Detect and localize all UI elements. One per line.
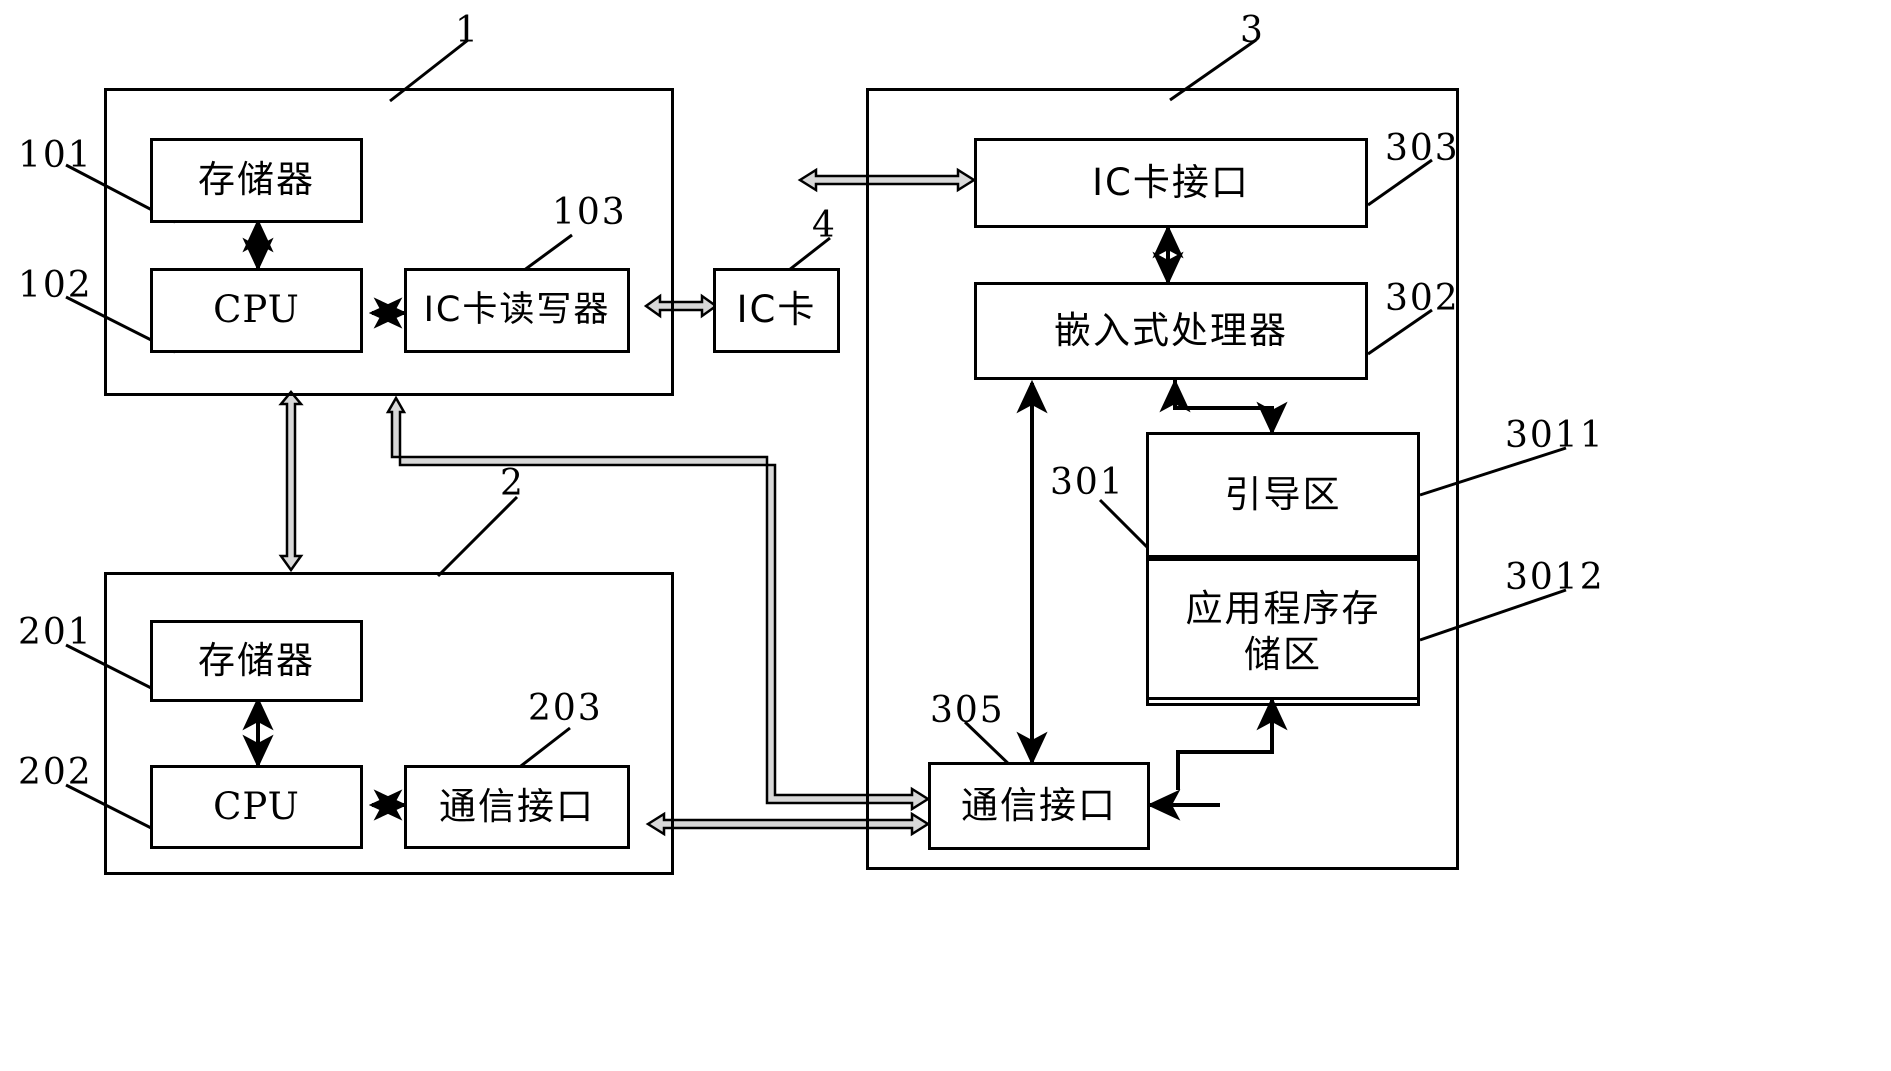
bus-terminal-host — [278, 390, 304, 573]
host-comm-box: 通信接口 — [404, 765, 630, 849]
device-boot-area-label: 引导区 — [1224, 472, 1342, 516]
host-comm-label: 通信接口 — [439, 784, 595, 828]
host-memory-label: 存储器 — [198, 638, 315, 682]
ref-301: 301 — [1050, 462, 1125, 503]
terminal-memory-label: 存储器 — [198, 158, 315, 202]
ref-3012: 3012 — [1505, 557, 1605, 598]
terminal-card-reader-box: IC卡读写器 — [404, 268, 630, 353]
ref-103: 103 — [552, 192, 627, 233]
leader-ref-2 — [436, 495, 519, 578]
ref-201: 201 — [18, 612, 93, 653]
device-comm-label: 通信接口 — [961, 783, 1117, 827]
ref-101: 101 — [18, 135, 93, 176]
ref-203: 203 — [528, 688, 603, 729]
device-comm-box: 通信接口 — [928, 762, 1150, 850]
ref-302: 302 — [1385, 278, 1460, 319]
device-processor-label: 嵌入式处理器 — [1054, 308, 1288, 352]
ref-3011: 3011 — [1505, 415, 1605, 456]
host-cpu-label: CPU — [213, 784, 300, 828]
diagram-canvas: 存储器 CPU IC卡读写器 IC卡 存储器 CPU 通信接口 IC卡接口 嵌入… — [0, 0, 1891, 1071]
terminal-cpu-box: CPU — [150, 268, 363, 353]
terminal-card-reader-label: IC卡读写器 — [423, 290, 611, 331]
ic-card-label: IC卡 — [736, 288, 817, 332]
ref-303: 303 — [1385, 128, 1460, 169]
ref-102: 102 — [18, 265, 93, 306]
ref-202: 202 — [18, 752, 93, 793]
terminal-memory-box: 存储器 — [150, 138, 363, 223]
ref-2: 2 — [500, 463, 525, 504]
device-app-area-label: 应用程序存储区 — [1185, 586, 1381, 676]
device-boot-area-box: 引导区 — [1146, 432, 1420, 558]
device-processor-box: 嵌入式处理器 — [974, 282, 1368, 380]
host-cpu-box: CPU — [150, 765, 363, 849]
ref-4: 4 — [812, 205, 837, 246]
host-memory-box: 存储器 — [150, 620, 363, 702]
device-card-interface-label: IC卡接口 — [1092, 160, 1250, 204]
terminal-cpu-label: CPU — [213, 288, 300, 332]
ref-305: 305 — [930, 690, 1005, 731]
ref-1: 1 — [455, 10, 480, 51]
device-storage-box: 引导区 应用程序存储区 — [1146, 432, 1420, 706]
device-card-interface-box: IC卡接口 — [974, 138, 1368, 228]
ref-3: 3 — [1240, 10, 1265, 51]
device-app-area-box: 应用程序存储区 — [1146, 558, 1420, 706]
ic-card-box: IC卡 — [713, 268, 840, 353]
